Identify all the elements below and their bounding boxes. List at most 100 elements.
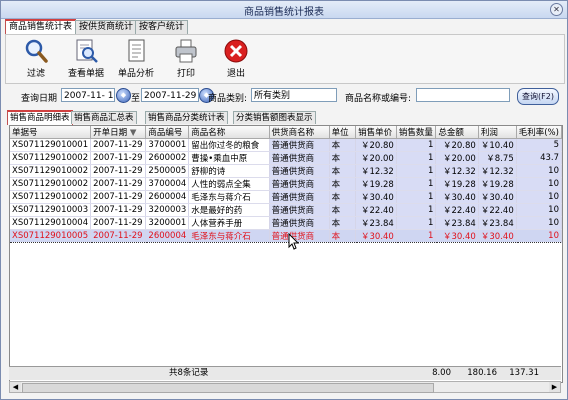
table-cell[interactable]: 普通供货商 [269,190,330,204]
table-cell[interactable]: 普通供货商 [269,164,330,178]
tab-by-customer[interactable]: 按客户统计 [135,20,189,34]
scroll-left-icon[interactable]: ◀ [10,382,21,392]
table-row[interactable]: XS071129010002 2007-11-29 2600004 毛泽东与蒋介石 普通… [10,190,562,204]
table-cell[interactable]: 3700001 [145,138,190,152]
tab-by-supplier[interactable]: 按供货商统计 [75,20,138,34]
table-cell[interactable]: 人性的弱点全集 [188,177,270,191]
column-header[interactable]: 供货商名称 [269,126,330,139]
table-cell[interactable]: ￥19.28 [355,177,397,191]
table-cell[interactable]: 2600002 [145,151,190,165]
table-cell[interactable]: 1 [396,164,437,178]
table-cell[interactable]: 2007-11-29 [90,229,147,243]
table-cell[interactable]: ￥12.32 [435,164,479,178]
table-row[interactable]: XS071129010002 2007-11-29 3700004 人性的弱点全集 普通… [10,177,562,191]
date-to-field[interactable]: 2007-11-29 [141,88,199,102]
table-cell[interactable]: 10 [516,164,562,178]
table-row[interactable]: XS071129010004 2007-11-29 3200001 人体营养手册 普通供… [10,216,562,230]
table-cell[interactable]: ￥20.80 [355,138,397,152]
table-cell[interactable]: 本 [329,229,357,243]
table-cell[interactable]: XS071129010002 [10,151,92,165]
subtab-sales-summary[interactable]: 销售商品汇总表 [71,111,137,124]
column-header[interactable]: 商品名称 [188,126,270,139]
table-row[interactable]: XS071129010003 2007-11-29 3200003 水是最好的药 普通供… [10,203,562,217]
product-name-input[interactable] [416,88,510,102]
table-cell[interactable]: 2007-11-29 [90,151,147,165]
table-cell[interactable]: 1 [396,203,437,217]
table-cell[interactable]: 普通供货商 [269,203,330,217]
table-cell[interactable]: 2007-11-29 [90,216,147,230]
table-cell[interactable]: 2007-11-29 [90,138,147,152]
table-cell[interactable]: XS071129010003 [10,203,92,217]
table-cell[interactable]: 10 [516,229,562,243]
table-cell[interactable]: ￥22.40 [478,203,517,217]
close-icon[interactable]: ✕ [550,3,563,16]
date-from-field[interactable]: 2007-11- 1 [61,88,115,102]
table-cell[interactable]: 10 [516,177,562,191]
table-cell[interactable]: ￥23.84 [478,216,517,230]
column-header[interactable]: 利润 [478,126,517,139]
column-header[interactable]: 商品编号 [145,126,190,139]
table-cell[interactable]: 3200003 [145,203,190,217]
table-cell[interactable]: 本 [329,203,357,217]
table-cell[interactable]: 普通供货商 [269,151,330,165]
column-header[interactable]: 总金额 [435,126,479,139]
table-cell[interactable]: 2007-11-29 [90,190,147,204]
table-cell[interactable]: 10 [516,203,562,217]
table-cell[interactable]: ￥23.84 [435,216,479,230]
table-cell[interactable]: ￥22.40 [435,203,479,217]
table-cell[interactable]: 1 [396,151,437,165]
table-cell[interactable]: 43.7 [516,151,562,165]
scroll-right-icon[interactable]: ▶ [549,382,560,392]
table-cell[interactable]: ￥22.40 [355,203,397,217]
table-cell[interactable]: 2007-11-29 [90,177,147,191]
table-cell[interactable]: 本 [329,138,357,152]
print-button[interactable]: 打印 [161,37,211,81]
table-cell[interactable]: 本 [329,164,357,178]
table-cell[interactable]: XS071129010002 [10,190,92,204]
table-cell[interactable]: 10 [516,190,562,204]
subtab-category-stats[interactable]: 销售商品分类统计表 [145,111,228,124]
query-button[interactable]: 查询(F2) [517,88,559,105]
table-cell[interactable]: ￥12.32 [478,164,517,178]
table-cell[interactable]: 本 [329,177,357,191]
table-cell[interactable]: 10 [516,216,562,230]
table-cell[interactable]: XS071129010005 [10,229,92,243]
table-cell[interactable]: ￥30.40 [478,190,517,204]
subtab-sales-detail[interactable]: 销售商品明细表 [7,110,73,125]
table-cell[interactable]: ￥30.40 [435,229,479,243]
subtab-category-chart[interactable]: 分类销售额图表显示 [233,111,316,124]
filter-button[interactable]: 过滤 [11,37,61,81]
table-cell[interactable]: ￥12.32 [355,164,397,178]
view-document-button[interactable]: 查看单据 [61,37,111,81]
table-cell[interactable]: ￥30.40 [435,190,479,204]
table-cell[interactable]: 3200001 [145,216,190,230]
table-cell[interactable]: 1 [396,216,437,230]
table-cell[interactable]: ￥8.75 [478,151,517,165]
table-cell[interactable]: XS071129010002 [10,164,92,178]
column-header[interactable]: 销售单价 [355,126,397,139]
table-cell[interactable]: 水是最好的药 [188,203,270,217]
table-cell[interactable]: ￥10.40 [478,138,517,152]
horizontal-scrollbar[interactable]: ◀ ▶ [9,381,561,393]
table-cell[interactable]: 毛泽东与蒋介石 [188,229,270,243]
table-cell[interactable]: 2500005 [145,164,190,178]
table-cell[interactable]: ￥20.80 [435,138,479,152]
table-cell[interactable]: 留出你过冬的粮食 [188,138,270,152]
table-cell[interactable]: 曹操•乘血中原 [188,151,270,165]
table-cell[interactable]: 5 [516,138,562,152]
table-cell[interactable]: ￥20.00 [355,151,397,165]
table-cell[interactable]: 本 [329,151,357,165]
table-cell[interactable]: XS071129010001 [10,138,92,152]
column-header[interactable]: 单据号 [10,126,92,139]
table-cell[interactable]: 1 [396,229,437,243]
table-cell[interactable]: 普通供货商 [269,138,330,152]
table-cell[interactable]: ￥19.28 [435,177,479,191]
table-cell[interactable]: ￥30.40 [355,190,397,204]
table-cell[interactable]: 2600004 [145,190,190,204]
table-cell[interactable]: ￥23.84 [355,216,397,230]
category-field[interactable]: 所有类别 [251,88,337,102]
table-cell[interactable]: 毛泽东与蒋介石 [188,190,270,204]
column-header[interactable]: 开单日期 ▼ [90,126,147,139]
column-header[interactable]: 毛利率(%) [516,126,562,139]
date-from-picker-icon[interactable]: ◆ [116,88,131,103]
